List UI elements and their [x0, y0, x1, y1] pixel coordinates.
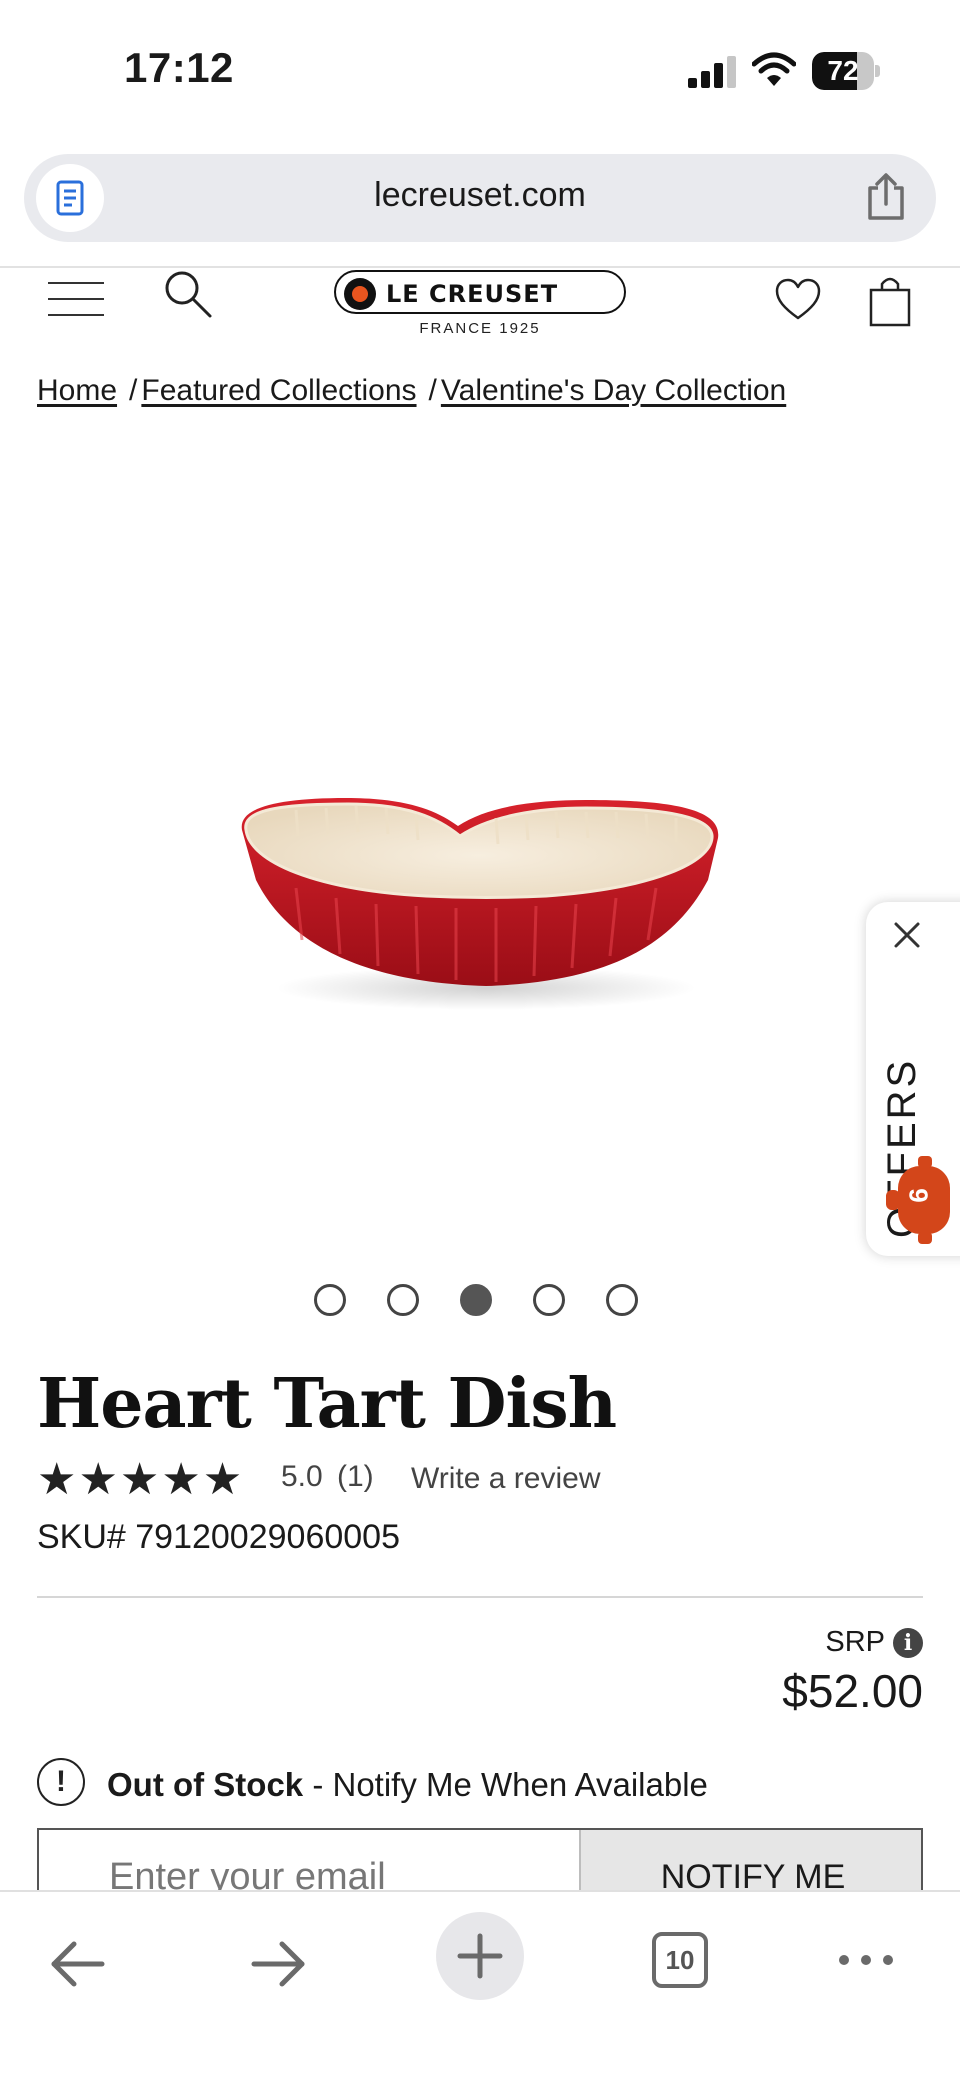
breadcrumb-featured-collections[interactable]: Featured Collections — [141, 374, 416, 407]
new-tab-button[interactable] — [436, 1912, 524, 2000]
offers-count: 9 — [903, 1188, 934, 1203]
stock-status: Out of Stock — [107, 1766, 304, 1803]
status-bar: 17:12 72 — [0, 0, 960, 140]
info-icon[interactable]: i — [893, 1627, 923, 1658]
stock-text: Out of Stock - Notify Me When Available — [107, 1766, 708, 1804]
address-bar[interactable]: lecreuset.com — [24, 154, 936, 242]
breadcrumb-home[interactable]: Home — [37, 374, 117, 407]
carousel-dot[interactable] — [606, 1284, 638, 1316]
share-icon[interactable] — [864, 172, 908, 222]
star-rating-icon: ★★★★★ — [37, 1455, 245, 1504]
stock-message: - Notify Me When Available — [303, 1766, 708, 1803]
breadcrumb-separator: / — [129, 374, 138, 407]
status-time: 17:12 — [124, 44, 234, 91]
logo-mark-icon — [344, 278, 376, 310]
brand-logo[interactable]: LE CREUSET FRANCE 1925 — [334, 268, 626, 350]
close-icon[interactable] — [892, 920, 922, 950]
search-icon[interactable] — [162, 268, 214, 320]
offers-tab[interactable]: OFFERS 9 — [866, 902, 960, 1256]
section-divider — [37, 1596, 923, 1598]
alert-icon: ! — [37, 1758, 85, 1806]
review-count[interactable]: (1) — [337, 1460, 374, 1494]
breadcrumb: Home / Featured Collections / Valentine's Da… — [37, 374, 786, 408]
plus-icon — [457, 1933, 503, 1979]
carousel-dot[interactable] — [460, 1284, 492, 1316]
logo-subtitle: FRANCE 1925 — [419, 320, 541, 337]
sku-number: SKU# 79120029060005 — [37, 1518, 400, 1556]
notify-form: NOTIFY ME — [37, 1828, 923, 1898]
back-arrow-icon[interactable] — [48, 1936, 108, 1992]
browser-toolbar: 10 — [0, 1890, 960, 2081]
more-options-icon[interactable] — [836, 1950, 896, 1970]
url-text[interactable]: lecreuset.com — [24, 176, 936, 215]
rating-value: 5.0 — [281, 1460, 323, 1493]
shopping-bag-icon[interactable] — [868, 274, 912, 328]
logo-name: LE CREUSET — [386, 280, 559, 308]
notify-me-button[interactable]: NOTIFY ME — [579, 1830, 921, 1898]
tab-count-button[interactable]: 10 — [652, 1932, 708, 1988]
battery-level: 72 — [827, 55, 859, 86]
forward-arrow-icon[interactable] — [248, 1936, 308, 1992]
wifi-icon — [752, 52, 796, 86]
wishlist-heart-icon[interactable] — [774, 278, 822, 322]
srp-label: SRP — [825, 1626, 885, 1658]
cellular-signal-icon — [688, 56, 736, 88]
battery-icon: 72 — [812, 52, 880, 90]
menu-icon[interactable] — [48, 276, 104, 320]
stock-status-row: ! Out of Stock - Notify Me When Availabl… — [37, 1758, 927, 1806]
carousel-dot[interactable] — [387, 1284, 419, 1316]
product-price: $52.00 — [782, 1665, 923, 1717]
email-input[interactable] — [39, 1830, 579, 1898]
carousel-dot[interactable] — [314, 1284, 346, 1316]
rating-row: ★★★★★ 5.0 (1) Write a review — [37, 1454, 737, 1504]
breadcrumb-valentines-collection[interactable]: Valentine's Day Collection — [441, 374, 786, 407]
product-title: Heart Tart Dish — [37, 1364, 617, 1444]
write-review-link[interactable]: Write a review — [411, 1462, 601, 1496]
product-image[interactable] — [236, 770, 724, 1020]
srp-row: SRP i — [825, 1626, 923, 1660]
site-header: LE CREUSET FRANCE 1925 — [0, 268, 960, 358]
breadcrumb-separator: / — [428, 374, 437, 407]
carousel-dot[interactable] — [533, 1284, 565, 1316]
